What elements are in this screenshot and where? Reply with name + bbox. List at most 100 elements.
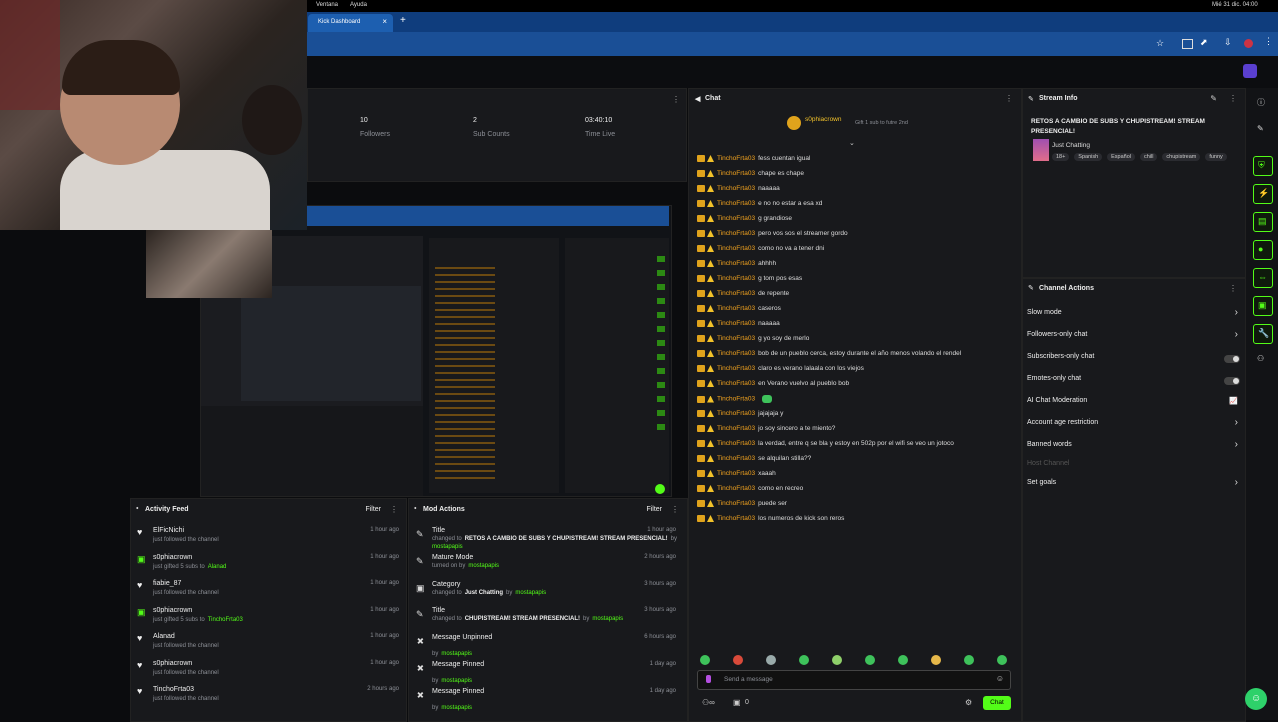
chevron-right-icon[interactable]: › bbox=[1235, 307, 1238, 318]
profile-avatar[interactable] bbox=[1244, 39, 1253, 48]
moderator-name[interactable]: mostapapis bbox=[441, 678, 472, 684]
download-icon[interactable]: ⇩ bbox=[1224, 37, 1232, 48]
chat-more-icon[interactable]: ⋮ bbox=[1005, 94, 1013, 103]
chat-username[interactable]: TinchoFrta03 bbox=[717, 245, 755, 252]
mod-action-item[interactable]: ✚ Message Unpinned by mostapapis 6 hours ago bbox=[414, 633, 680, 660]
chat-settings-icon[interactable]: ⚙ bbox=[965, 698, 972, 707]
activity-username[interactable]: ElFicNichi bbox=[153, 527, 184, 534]
chat-message[interactable]: TinchoFrta03 e no no estar a esa xd bbox=[697, 200, 822, 210]
activity-username[interactable]: s0phiacrown bbox=[153, 554, 192, 561]
chat-message[interactable]: TinchoFrta03 g tom pos esas bbox=[697, 275, 802, 285]
chat-message[interactable]: TinchoFrta03 g grandiose bbox=[697, 215, 792, 225]
rail-quickaction-button[interactable]: ▤ bbox=[1253, 212, 1273, 232]
chat-username[interactable]: TinchoFrta03 bbox=[717, 455, 755, 462]
chevron-right-icon[interactable]: › bbox=[1235, 329, 1238, 340]
toggle-switch[interactable] bbox=[1224, 355, 1240, 363]
chat-message[interactable]: TinchoFrta03 puede ser bbox=[697, 500, 787, 510]
chat-message[interactable]: TinchoFrta03 se alquilan stilla?? bbox=[697, 455, 811, 465]
chat-username[interactable]: TinchoFrta03 bbox=[717, 500, 755, 507]
channel-actions-more-icon[interactable]: ⋮ bbox=[1229, 284, 1237, 293]
emoji-icon[interactable]: ☺ bbox=[996, 674, 1004, 683]
chat-message[interactable]: TinchoFrta03 de repente bbox=[697, 290, 789, 300]
moderator-name[interactable]: mostapapis bbox=[441, 705, 472, 711]
mod-action-item[interactable]: ✚ Message Pinned by mostapapis 1 day ago bbox=[414, 687, 680, 714]
chat-message[interactable]: TinchoFrta03 la verdad, entre q se bla y … bbox=[697, 440, 954, 450]
emote-icon[interactable] bbox=[766, 655, 776, 665]
help-chat-button[interactable]: ☺ bbox=[1245, 688, 1267, 710]
channel-action-row[interactable]: AI Chat Moderation 📈 bbox=[1027, 397, 1242, 411]
emote-icon[interactable] bbox=[964, 655, 974, 665]
pinned-expand-icon[interactable]: ⌄ bbox=[849, 139, 855, 147]
mod-action-item[interactable]: ✎ Title changed to CHUPISTREAM! STREAM PRES… bbox=[414, 606, 680, 633]
chat-username[interactable]: TinchoFrta03 bbox=[717, 260, 755, 267]
chat-message[interactable]: TinchoFrta03 como no va a tener dni bbox=[697, 245, 824, 255]
emote-icon[interactable] bbox=[898, 655, 908, 665]
gift-recipient[interactable]: TinchoFrta03 bbox=[208, 617, 243, 623]
chat-input-box[interactable]: Send a message ☺ bbox=[697, 670, 1011, 690]
chat-message[interactable]: TinchoFrta03 en Verano vuelvo al pueblo b… bbox=[697, 380, 849, 390]
activity-item[interactable]: ▣ s0phiacrown just gifted 5 subs to Alanad 1… bbox=[137, 553, 403, 579]
chat-message[interactable]: TinchoFrta03 naaaaa bbox=[697, 185, 780, 195]
chat-username[interactable]: TinchoFrta03 bbox=[717, 230, 755, 237]
activity-item[interactable]: ♥ ElFicNichi just followed the channel 1 ho… bbox=[137, 526, 403, 552]
close-tab-icon[interactable]: × bbox=[382, 17, 387, 26]
channel-action-row[interactable]: Set goals › bbox=[1027, 477, 1242, 493]
chat-username[interactable]: TinchoFrta03 bbox=[717, 155, 755, 162]
chat-message[interactable]: TinchoFrta03 los numeros de kick son rero… bbox=[697, 515, 844, 525]
emote-icon[interactable] bbox=[799, 655, 809, 665]
menu-icon[interactable]: ⋮ bbox=[1264, 36, 1273, 47]
emote-icon[interactable] bbox=[700, 655, 710, 665]
rail-quickaction-button[interactable]: ▣ bbox=[1253, 296, 1273, 316]
activity-filter-button[interactable]: Filter bbox=[365, 506, 381, 513]
chat-collapse-icon[interactable]: ◀ bbox=[695, 95, 700, 103]
chat-username[interactable]: TinchoFrta03 bbox=[717, 365, 755, 372]
chat-message[interactable]: TinchoFrta03 g yo soy de merlo bbox=[697, 335, 809, 345]
activity-item[interactable]: ▣ s0phiacrown just gifted 5 subs to TinchoF… bbox=[137, 606, 403, 632]
chat-message[interactable]: TinchoFrta03 caseros bbox=[697, 305, 781, 315]
rail-quickaction-button[interactable]: ● bbox=[1253, 240, 1273, 260]
chat-username[interactable]: TinchoFrta03 bbox=[717, 305, 755, 312]
chat-username[interactable]: TinchoFrta03 bbox=[717, 515, 755, 522]
activity-username[interactable]: s0phiacrown bbox=[153, 660, 192, 667]
activity-item[interactable]: ♥ fiabie_87 just followed the channel 1 hou… bbox=[137, 579, 403, 605]
chat-message[interactable]: TinchoFrta03 pero vos sos el streamer gor… bbox=[697, 230, 848, 240]
edit-stream-info-icon[interactable]: ✎ bbox=[1210, 94, 1217, 103]
browser-tab[interactable]: Kick Dashboard × bbox=[308, 14, 393, 32]
chart-icon[interactable]: 📈 bbox=[1229, 397, 1238, 405]
extensions-icon[interactable]: ⬈ bbox=[1200, 37, 1208, 48]
chat-username[interactable]: TinchoFrta03 bbox=[717, 335, 755, 342]
chat-username[interactable]: TinchoFrta03 bbox=[717, 185, 755, 192]
rail-quickaction-button[interactable]: ⇔ bbox=[1253, 268, 1273, 288]
channel-action-row[interactable]: Account age restriction › bbox=[1027, 417, 1242, 433]
chat-username[interactable]: TinchoFrta03 bbox=[717, 170, 755, 177]
mod-action-item[interactable]: ✎ Title changed to RETOS A CAMBIO DE SUBS Y… bbox=[414, 526, 680, 553]
menu-item-ventana[interactable]: Ventana bbox=[316, 2, 338, 8]
activity-username[interactable]: Alanad bbox=[153, 633, 175, 640]
chat-username[interactable]: TinchoFrta03 bbox=[717, 320, 755, 327]
chat-username[interactable]: TinchoFrta03 bbox=[717, 215, 755, 222]
chat-username[interactable]: TinchoFrta03 bbox=[717, 290, 755, 297]
activity-more-icon[interactable]: ⋮ bbox=[390, 505, 398, 514]
toggle-switch[interactable] bbox=[1224, 377, 1240, 385]
moderator-name[interactable]: mostapapis bbox=[515, 590, 546, 596]
menu-item-ayuda[interactable]: Ayuda bbox=[350, 2, 367, 8]
mod-filter-button[interactable]: Filter bbox=[646, 506, 662, 513]
emote-icon[interactable] bbox=[832, 655, 842, 665]
mod-action-item[interactable]: ✎ Mature Mode turned on by mostapapis 2 hour… bbox=[414, 553, 680, 580]
moderator-name[interactable]: mostapapis bbox=[441, 651, 472, 657]
moderator-name[interactable]: mostapapis bbox=[592, 616, 623, 622]
chat-username[interactable]: TinchoFrta03 bbox=[717, 380, 755, 387]
activity-username[interactable]: s0phiacrown bbox=[153, 607, 192, 614]
chevron-right-icon[interactable]: › bbox=[1235, 417, 1238, 428]
edit-icon[interactable]: ✎ bbox=[1257, 124, 1264, 133]
user-avatar[interactable] bbox=[1243, 64, 1257, 78]
chat-username[interactable]: TinchoFrta03 bbox=[717, 470, 755, 477]
chevron-right-icon[interactable]: › bbox=[1235, 477, 1238, 488]
stream-info-more-icon[interactable]: ⋮ bbox=[1229, 94, 1237, 103]
chat-message[interactable]: TinchoFrta03 chape es chape bbox=[697, 170, 804, 180]
chat-message[interactable]: TinchoFrta03 naaaaa bbox=[697, 320, 780, 330]
channel-action-row[interactable]: Emotes-only chat bbox=[1027, 375, 1242, 389]
info-icon[interactable]: ⓘ bbox=[1257, 97, 1265, 108]
chat-message[interactable]: TinchoFrta03 fess cuentan igual bbox=[697, 155, 810, 165]
channel-action-row[interactable]: Host Channel bbox=[1027, 460, 1242, 474]
